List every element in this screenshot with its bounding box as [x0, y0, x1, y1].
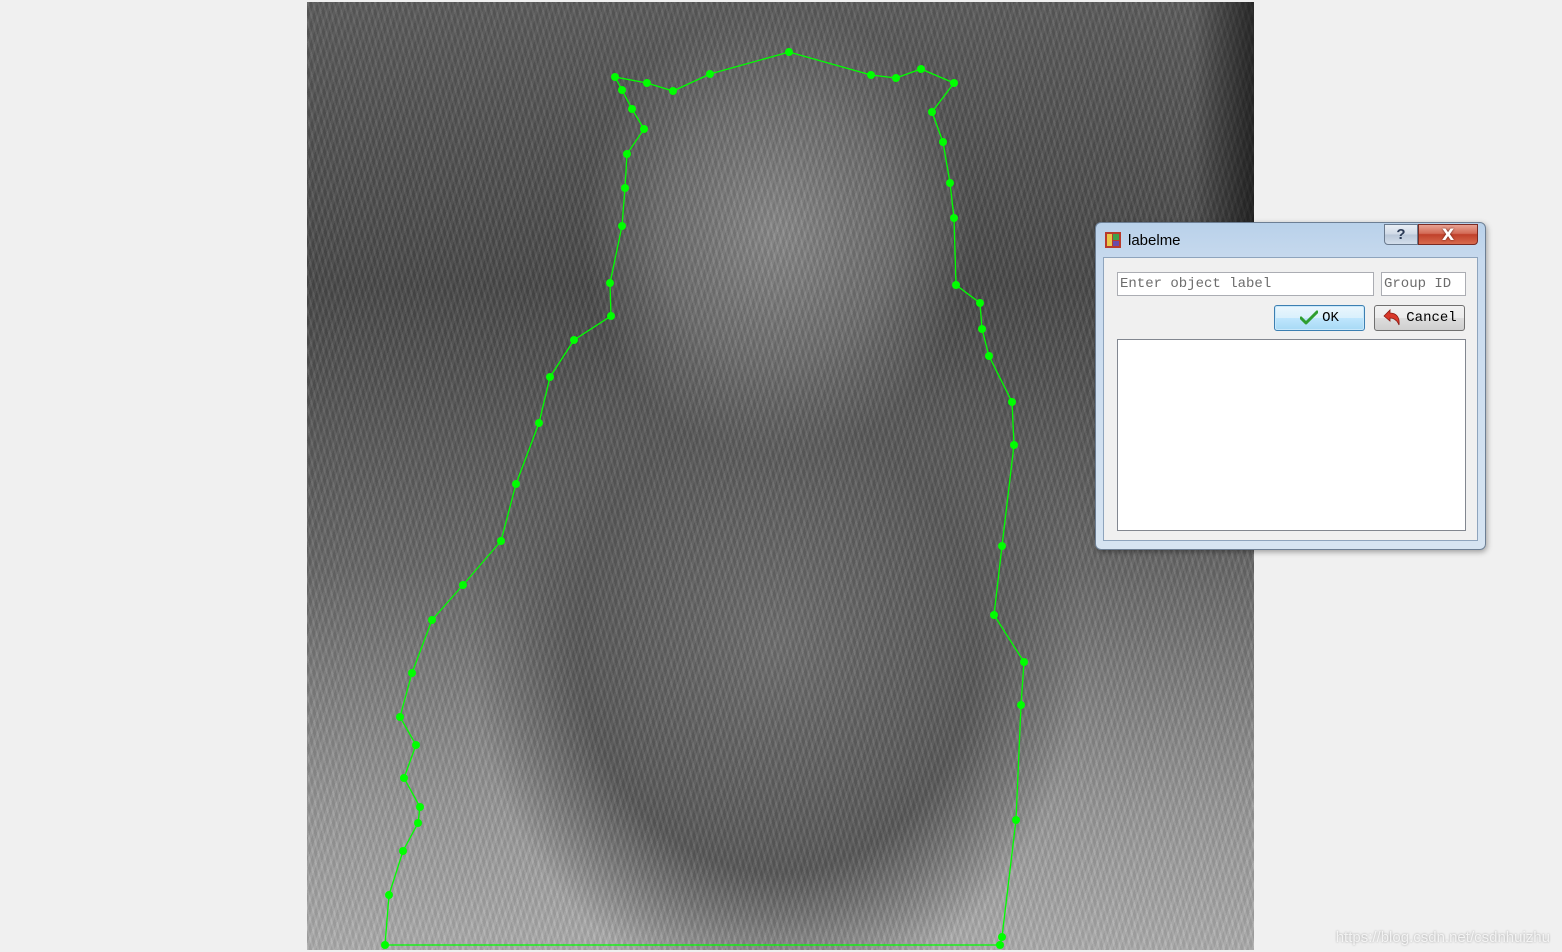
- label-list[interactable]: [1117, 339, 1466, 531]
- watermark-text: https://blog.csdn.net/csdnhuizhu: [1335, 929, 1550, 946]
- cancel-button-label: Cancel: [1406, 310, 1457, 326]
- help-button[interactable]: ?: [1384, 224, 1418, 245]
- dialog-titlebar[interactable]: labelme ? X: [1096, 223, 1485, 257]
- labelme-window: https://blog.csdn.net/csdnhuizhu labelme…: [0, 0, 1562, 952]
- object-label-input[interactable]: [1117, 272, 1374, 296]
- group-id-input[interactable]: [1381, 272, 1466, 296]
- close-button[interactable]: X: [1418, 224, 1478, 245]
- dialog-title: labelme: [1128, 232, 1181, 249]
- labelme-app-icon: [1105, 232, 1121, 248]
- ok-button[interactable]: OK: [1274, 305, 1365, 331]
- cancel-button[interactable]: Cancel: [1374, 305, 1465, 331]
- ok-button-label: OK: [1322, 310, 1339, 326]
- label-dialog: labelme ? X OK Cancel: [1095, 222, 1486, 550]
- dialog-body: OK Cancel: [1103, 257, 1478, 541]
- green-checkmark-icon: [1300, 310, 1319, 325]
- red-undo-arrow-icon: [1383, 309, 1400, 326]
